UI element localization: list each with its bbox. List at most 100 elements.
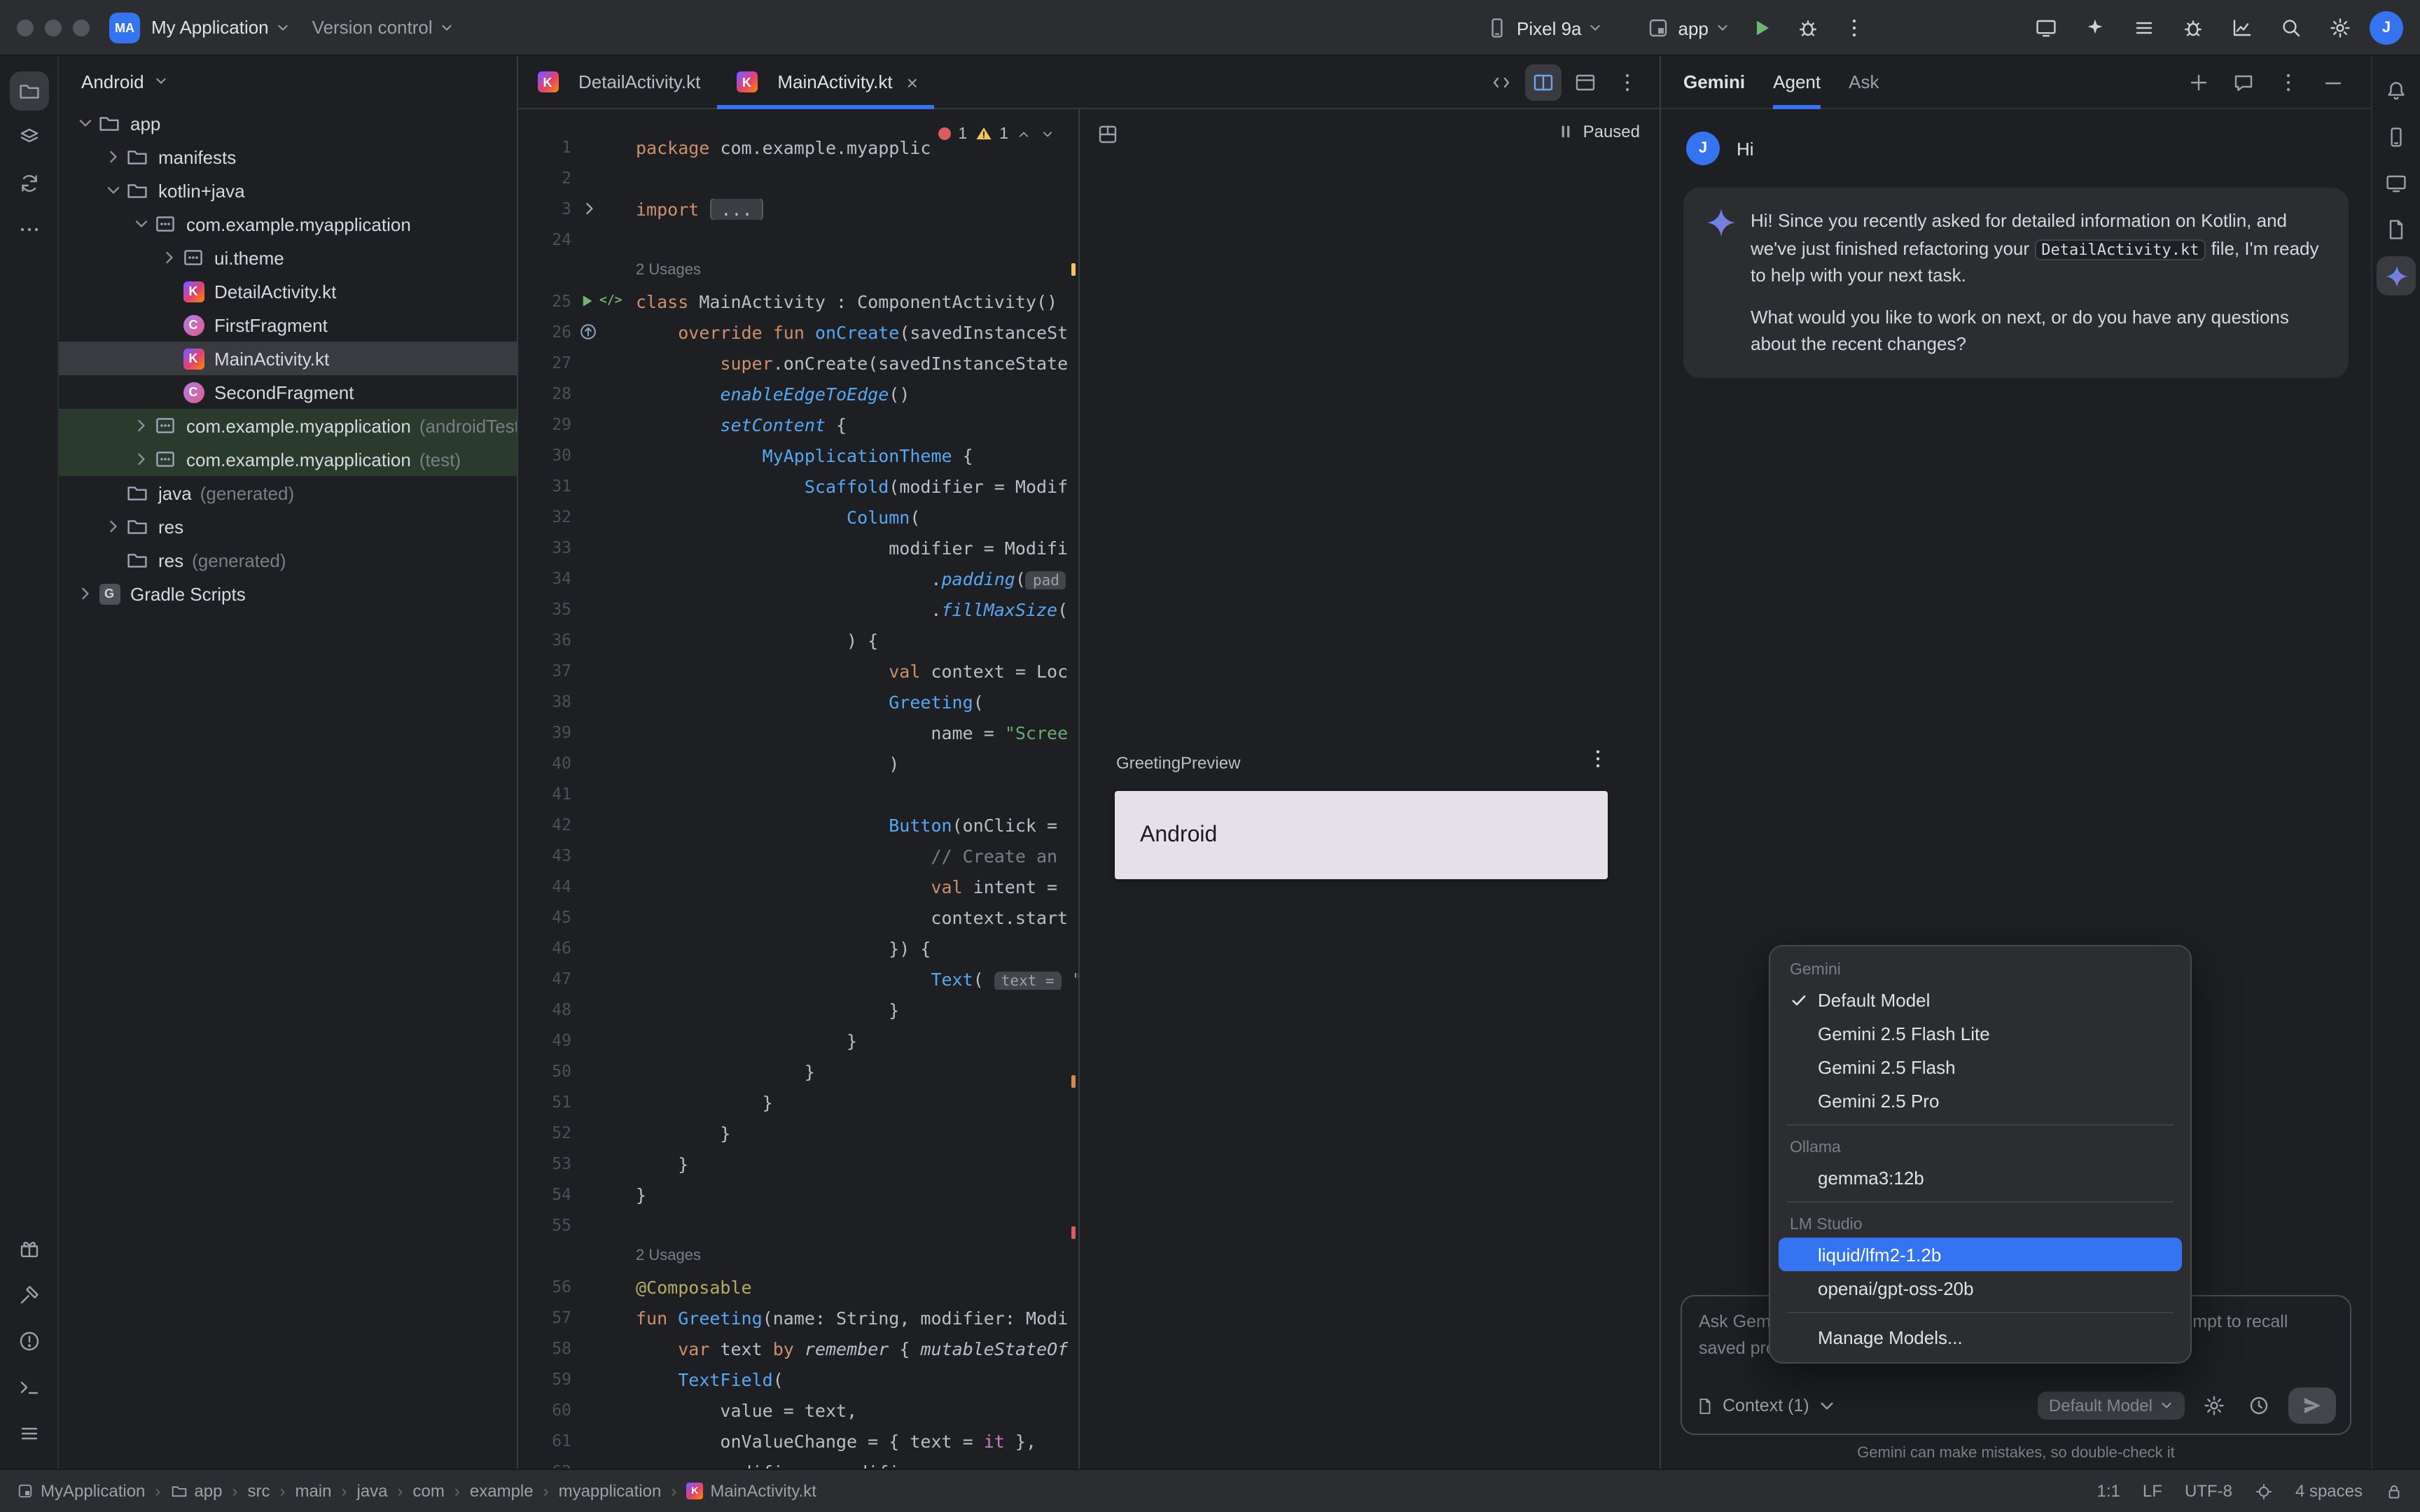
editor-tab-detailactivity-kt[interactable]: KDetailActivity.kt bbox=[518, 56, 717, 108]
code-view-button[interactable] bbox=[1483, 64, 1520, 100]
tree-item-res-generated[interactable]: res(generated) bbox=[59, 543, 517, 577]
file-encoding[interactable]: UTF-8 bbox=[2185, 1481, 2232, 1501]
inspections-toggle-icon[interactable] bbox=[2255, 1482, 2273, 1500]
model-option-liquid-lfm2-1-2b[interactable]: liquid/lfm2-1.2b bbox=[1779, 1238, 2182, 1271]
model-option-gemini-2-5-flash-lite[interactable]: Gemini 2.5 Flash Lite bbox=[1779, 1016, 2182, 1050]
preview-gutter-icon[interactable]: </> bbox=[599, 294, 623, 308]
chevron-right-icon[interactable] bbox=[129, 448, 153, 470]
model-option-manage-models[interactable]: Manage Models... bbox=[1779, 1320, 2182, 1354]
build-button[interactable] bbox=[9, 1275, 48, 1315]
model-selector-chip[interactable]: Default Model bbox=[2038, 1392, 2185, 1420]
model-option-gemini-2-5-flash[interactable]: Gemini 2.5 Flash bbox=[1779, 1050, 2182, 1084]
gemini-button[interactable] bbox=[2377, 256, 2416, 295]
chevron-right-icon[interactable] bbox=[129, 414, 153, 437]
tree-item-com-example-myapplication-androidtest[interactable]: com.example.myapplication(androidTest) bbox=[59, 409, 517, 442]
model-option-gemma3-12b[interactable]: gemma3:12b bbox=[1779, 1161, 2182, 1194]
terminal-button[interactable] bbox=[9, 1368, 48, 1407]
avatar[interactable]: J bbox=[2370, 10, 2403, 44]
hide-panel-button[interactable] bbox=[2318, 66, 2349, 97]
tree-item-mainactivity-kt[interactable]: KMainActivity.kt bbox=[59, 342, 517, 375]
code-editor[interactable]: 1package com.example.myapplic23import ..… bbox=[518, 109, 1080, 1469]
ui-check-icon[interactable] bbox=[1097, 123, 1119, 146]
run-button[interactable] bbox=[1744, 9, 1781, 47]
vcs-menu[interactable]: Version control bbox=[312, 17, 454, 38]
project-menu[interactable]: My Application bbox=[151, 17, 290, 38]
indent-setting[interactable]: 4 spaces bbox=[2295, 1481, 2363, 1501]
chevron-right-icon[interactable] bbox=[101, 515, 125, 538]
close-tab-icon[interactable]: × bbox=[907, 71, 918, 93]
line-ending[interactable]: LF bbox=[2143, 1481, 2162, 1501]
chevron-down-icon[interactable] bbox=[129, 213, 153, 235]
run-config-selector[interactable]: app bbox=[1678, 18, 1730, 38]
editor-more-button[interactable] bbox=[1609, 64, 1646, 100]
chevron-right-icon[interactable] bbox=[157, 246, 181, 269]
gemini-more-button[interactable] bbox=[2273, 66, 2304, 97]
breadcrumb-item-myapplication[interactable]: MyApplication bbox=[17, 1481, 145, 1501]
fold-icon[interactable] bbox=[578, 197, 601, 220]
settings-button[interactable] bbox=[2321, 8, 2358, 46]
chevron-right-icon[interactable] bbox=[73, 582, 97, 605]
tree-item-detailactivity-kt[interactable]: KDetailActivity.kt bbox=[59, 274, 517, 308]
breadcrumb-item-com[interactable]: com bbox=[413, 1481, 445, 1501]
model-option-default-model[interactable]: Default Model bbox=[1779, 983, 2182, 1016]
logcat-toolbar-button[interactable] bbox=[2125, 8, 2162, 46]
split-view-button[interactable] bbox=[1525, 64, 1562, 100]
logcat-button[interactable] bbox=[9, 1414, 48, 1453]
run-gutter-icon[interactable] bbox=[578, 293, 595, 309]
search-button[interactable] bbox=[2272, 8, 2309, 46]
breadcrumb-item-example[interactable]: example bbox=[470, 1481, 534, 1501]
override-gutter-icon[interactable] bbox=[578, 322, 598, 342]
editor-tab-mainactivity-kt[interactable]: KMainActivity.kt× bbox=[717, 56, 935, 108]
commit-button[interactable] bbox=[9, 164, 48, 203]
model-option-openai-gpt-oss-20b[interactable]: openai/gpt-oss-20b bbox=[1779, 1271, 2182, 1305]
preview-more-icon[interactable] bbox=[1587, 748, 1609, 770]
chevron-right-icon[interactable] bbox=[101, 146, 125, 168]
project-view-selector[interactable]: Android bbox=[59, 56, 517, 106]
gemini-tab-ask[interactable]: Ask bbox=[1849, 55, 1879, 108]
minimize-window-button[interactable] bbox=[45, 19, 62, 36]
tree-item-com-example-myapplication[interactable]: com.example.myapplication bbox=[59, 207, 517, 241]
next-problem-icon[interactable] bbox=[1039, 125, 1056, 142]
usages-hint[interactable]: 2 Usages bbox=[518, 255, 1078, 286]
design-view-button[interactable] bbox=[1567, 64, 1604, 100]
dependencies-button[interactable] bbox=[9, 1229, 48, 1268]
prev-problem-icon[interactable] bbox=[1015, 125, 1032, 142]
breadcrumb-item-main[interactable]: main bbox=[295, 1481, 331, 1501]
assistant-button[interactable] bbox=[2377, 210, 2416, 249]
zoom-window-button[interactable] bbox=[73, 19, 90, 36]
history-button[interactable] bbox=[2244, 1390, 2274, 1421]
gemini-toolbar-button[interactable] bbox=[2075, 8, 2113, 46]
breadcrumb-item-myapplication[interactable]: myapplication bbox=[559, 1481, 662, 1501]
inspection-widget[interactable]: 1 1 bbox=[927, 120, 1067, 147]
tree-item-app[interactable]: app bbox=[59, 106, 517, 140]
problems-button[interactable] bbox=[9, 1322, 48, 1361]
breadcrumb-item-java[interactable]: java bbox=[357, 1481, 388, 1501]
send-button[interactable] bbox=[2288, 1387, 2336, 1424]
tree-item-java-generated[interactable]: java(generated) bbox=[59, 476, 517, 510]
running-devices-button[interactable] bbox=[2377, 164, 2416, 203]
breadcrumb-item-app[interactable]: app bbox=[170, 1481, 222, 1501]
tree-item-kotlin-java[interactable]: kotlin+java bbox=[59, 174, 517, 207]
project-button[interactable] bbox=[9, 71, 48, 111]
caret-position[interactable]: 1:1 bbox=[2097, 1481, 2120, 1501]
preview-canvas[interactable]: Android bbox=[1115, 791, 1608, 879]
device-mirroring-button[interactable] bbox=[2026, 8, 2064, 46]
chat-list-button[interactable] bbox=[2228, 66, 2259, 97]
context-chip[interactable]: Context (1) bbox=[1696, 1396, 1836, 1415]
chevron-down-icon[interactable] bbox=[73, 112, 97, 134]
breadcrumb-item-src[interactable]: src bbox=[247, 1481, 270, 1501]
profiler-button[interactable] bbox=[2223, 8, 2260, 46]
bug-report-button[interactable] bbox=[2174, 8, 2211, 46]
more-run-options-button[interactable] bbox=[1836, 9, 1874, 47]
tree-item-secondfragment[interactable]: CSecondFragment bbox=[59, 375, 517, 409]
lock-icon[interactable] bbox=[2385, 1482, 2403, 1500]
new-chat-button[interactable] bbox=[2183, 66, 2214, 97]
more-tool-windows-button[interactable] bbox=[9, 210, 48, 249]
tree-item-manifests[interactable]: manifests bbox=[59, 140, 517, 174]
device-manager-button[interactable] bbox=[2377, 118, 2416, 157]
tree-item-res[interactable]: res bbox=[59, 510, 517, 543]
breadcrumb-item-mainactivity-kt[interactable]: KMainActivity.kt bbox=[686, 1481, 816, 1501]
notifications-button[interactable] bbox=[2377, 71, 2416, 111]
gemini-settings-button[interactable] bbox=[2199, 1390, 2230, 1421]
tree-item-firstfragment[interactable]: CFirstFragment bbox=[59, 308, 517, 342]
